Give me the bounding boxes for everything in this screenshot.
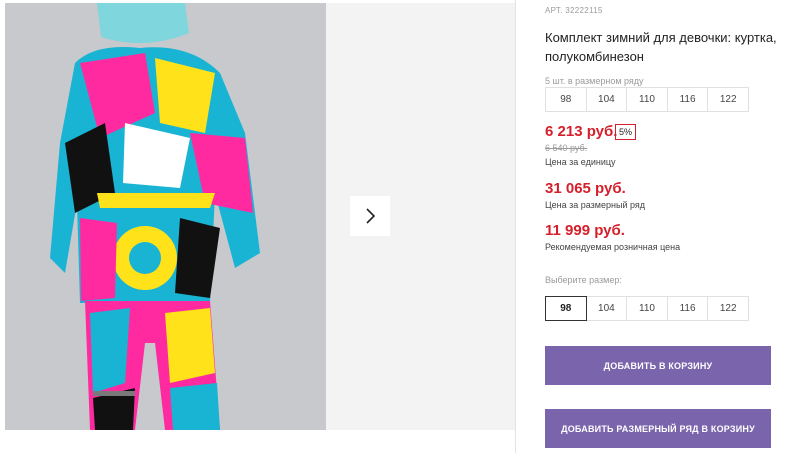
size-option-110[interactable]: 110 — [626, 296, 668, 321]
size-row-price: 31 065 руб. — [545, 180, 626, 197]
old-price: 6 540 руб. — [545, 143, 588, 153]
add-to-cart-button[interactable]: Добавить в корзину — [545, 346, 771, 385]
discount-badge: 5% — [615, 124, 637, 140]
size-option-122[interactable]: 122 — [707, 296, 749, 321]
product-title: Комплект зимний для девочки: куртка, пол… — [545, 30, 777, 64]
size-selector: 98 104 110 116 122 — [545, 296, 749, 321]
product-gallery — [0, 0, 515, 453]
vertical-divider — [515, 0, 516, 453]
product-info: АРТ. 32222115 Комплект зимний для девочк… — [545, 0, 800, 453]
recommended-retail-price: 11 999 руб. — [545, 222, 625, 239]
size-row-item: 98 — [545, 87, 587, 112]
size-row-price-note: Цена за размерный ряд — [545, 200, 646, 210]
size-row-item: 122 — [707, 87, 749, 112]
size-row-item: 116 — [666, 87, 709, 112]
size-row-item: 110 — [626, 87, 668, 112]
size-select-caption: Выберите размер: — [545, 275, 622, 285]
size-option-116[interactable]: 116 — [666, 296, 709, 321]
size-option-104[interactable]: 104 — [585, 296, 628, 321]
gallery-next-panel — [326, 3, 515, 430]
size-option-98[interactable]: 98 — [545, 296, 587, 321]
size-row-caption: 5 шт. в размерном ряду — [545, 76, 644, 86]
size-row-list: 98 104 110 116 122 — [545, 87, 749, 112]
add-size-row-to-cart-button[interactable]: Добавить размерный ряд в корзину — [545, 409, 771, 448]
unit-price: 6 213 руб. — [545, 123, 618, 140]
size-row-item: 104 — [585, 87, 628, 112]
product-photo[interactable] — [5, 3, 326, 430]
chevron-right-icon[interactable] — [350, 196, 390, 236]
recommended-retail-price-note: Рекомендуемая розничная цена — [545, 242, 681, 252]
unit-price-note: Цена за единицу — [545, 157, 616, 167]
product-sku: АРТ. 32222115 — [545, 6, 603, 15]
